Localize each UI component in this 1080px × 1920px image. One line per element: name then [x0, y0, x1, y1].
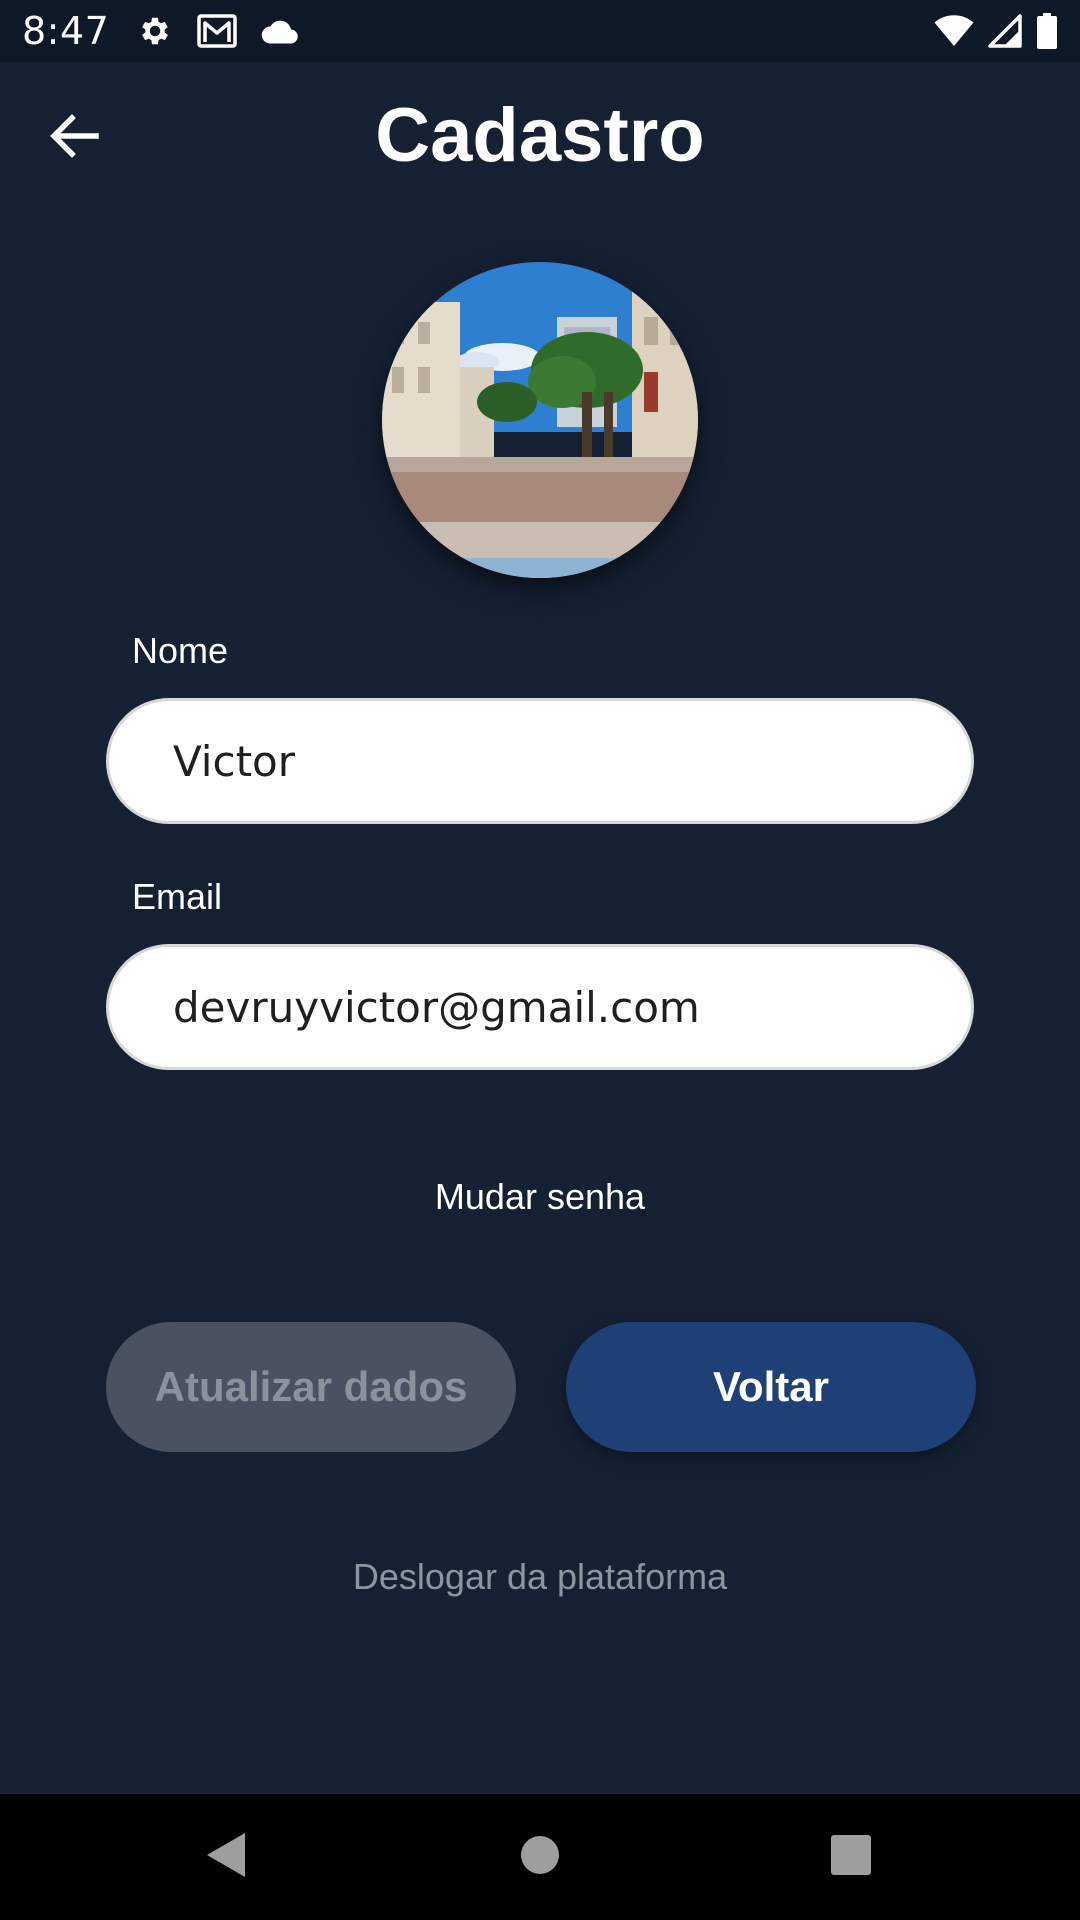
status-icons-left — [137, 13, 299, 49]
update-data-button[interactable]: Atualizar dados — [106, 1322, 516, 1452]
name-field[interactable]: Victor — [106, 698, 974, 824]
battery-icon — [1036, 13, 1058, 49]
nav-back-button[interactable] — [193, 1824, 259, 1890]
name-label: Nome — [132, 630, 229, 671]
status-time: 8:47 — [22, 9, 110, 53]
profile-screen: 8:47 Cadastro Nome Victor Email devruyvi… — [0, 0, 1080, 1920]
nav-home-button[interactable] — [507, 1824, 573, 1890]
change-password-link[interactable]: Mudar senha — [0, 1176, 1080, 1218]
cloud-icon — [261, 18, 299, 44]
avatar[interactable] — [382, 262, 698, 578]
email-field[interactable]: devruyvictor@gmail.com — [106, 944, 974, 1070]
email-label: Email — [132, 876, 223, 917]
nav-recents-icon — [830, 1834, 872, 1881]
wifi-icon — [934, 14, 974, 48]
logout-link[interactable]: Deslogar da plataforma — [0, 1556, 1080, 1598]
page-title: Cadastro — [375, 93, 705, 178]
nav-back-icon — [203, 1830, 249, 1885]
settings-icon — [137, 13, 173, 49]
app-bar: Cadastro — [0, 62, 1080, 212]
navigation-bar — [0, 1794, 1080, 1920]
signal-icon — [988, 14, 1022, 48]
status-icons-right — [934, 13, 1058, 49]
avatar-photo — [382, 262, 698, 578]
nav-recents-button[interactable] — [818, 1824, 884, 1890]
status-bar: 8:47 — [0, 0, 1080, 62]
gmail-icon — [197, 14, 238, 48]
nav-home-icon — [518, 1833, 562, 1882]
voltar-button[interactable]: Voltar — [566, 1322, 976, 1452]
